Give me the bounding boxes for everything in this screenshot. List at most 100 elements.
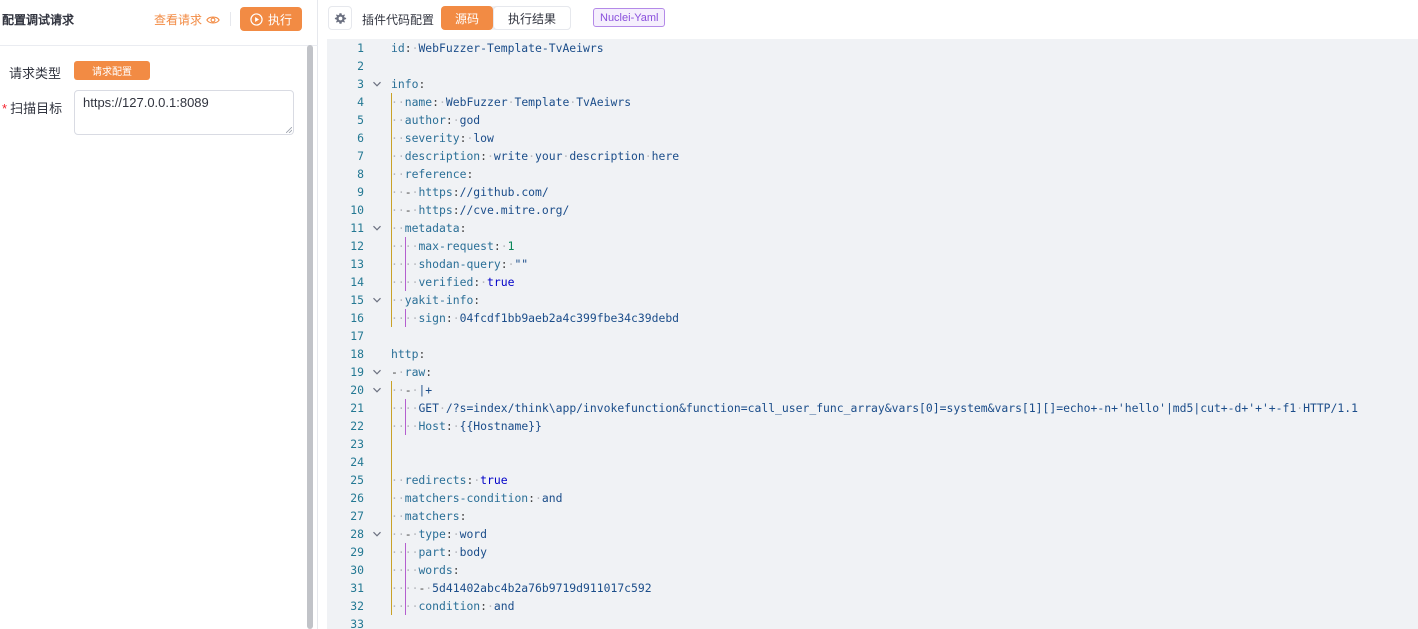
scan-target-label: * 扫描目标 (2, 98, 62, 117)
line-number: 17 (350, 329, 364, 343)
line-number: 21 (350, 401, 364, 415)
code-line[interactable]: 17 (327, 327, 1418, 345)
header-separator (0, 45, 318, 46)
line-number: 15 (350, 293, 364, 307)
code-text: ··author:·god (391, 113, 481, 127)
code-text: ····max-request:·1 (391, 239, 515, 253)
line-number: 22 (350, 419, 364, 433)
indent-guide (391, 381, 392, 615)
code-text: -·raw: (391, 365, 433, 379)
code-text: ····sign:·04fcdf1bb9aeb2a4c399fbe34c39de… (391, 311, 680, 325)
line-number: 27 (350, 509, 364, 523)
code-line[interactable]: 4 ··name:·WebFuzzer·Template·TvAeiwrs (327, 93, 1418, 111)
indent-guide (405, 237, 406, 291)
code-line[interactable]: 25 ··redirects:·true (327, 471, 1418, 489)
panel-title: 配置调试请求 (2, 13, 75, 27)
code-line[interactable]: 28 ··-·type:·word (327, 525, 1418, 543)
view-tabs: 源码 执行结果 (441, 6, 572, 30)
request-config-button[interactable]: 请求配置 (74, 61, 150, 80)
plugin-code-header: 插件代码配置 源码 执行结果 Nuclei-Yaml (319, 0, 1418, 38)
tab-exec-result[interactable]: 执行结果 (493, 6, 572, 30)
line-number: 9 (357, 185, 364, 199)
line-number: 2 (357, 59, 364, 73)
line-number: 12 (350, 239, 364, 253)
line-number: 19 (350, 365, 364, 379)
code-line[interactable]: 18 http: (327, 345, 1418, 363)
fold-chevron-icon[interactable] (371, 75, 383, 93)
resize-grip-icon[interactable] (286, 127, 292, 133)
code-line[interactable]: 31 ····-·5d41402abc4b2a76b9719d911017c592 (327, 579, 1418, 597)
code-line[interactable]: 23 (327, 435, 1418, 453)
indent-guide (405, 543, 406, 615)
line-number: 24 (350, 455, 364, 469)
header-divider (230, 12, 231, 26)
code-line[interactable]: 22 ····Host:·{{Hostname}} (327, 417, 1418, 435)
line-number: 4 (357, 95, 364, 109)
fold-chevron-icon[interactable] (371, 219, 383, 237)
fold-chevron-icon[interactable] (371, 291, 383, 309)
scan-target-text: 扫描目标 (10, 101, 63, 116)
code-line[interactable]: 19 -·raw: (327, 363, 1418, 381)
code-line[interactable]: 26 ··matchers-condition:·and (327, 489, 1418, 507)
code-line[interactable]: 14 ····verified:·true (327, 273, 1418, 291)
code-text: ··yakit-info: (391, 293, 481, 307)
code-text: http: (391, 347, 426, 361)
code-line[interactable]: 12 ····max-request:·1 (327, 237, 1418, 255)
code-line[interactable]: 13 ····shodan-query:·"" (327, 255, 1418, 273)
code-text: ··metadata: (391, 221, 467, 235)
code-line[interactable]: 27 ··matchers: (327, 507, 1418, 525)
code-text: ····GET·/?s=index/think\app/invokefuncti… (391, 401, 1358, 415)
fold-chevron-icon[interactable] (371, 525, 383, 543)
code-line[interactable]: 2 (327, 57, 1418, 75)
code-line[interactable]: 8 ··reference: (327, 165, 1418, 183)
code-line[interactable]: 1 id:·WebFuzzer-Template-TvAeiwrs (327, 39, 1418, 57)
code-line[interactable]: 24 (327, 453, 1418, 471)
scan-target-input[interactable] (74, 90, 294, 135)
execute-button[interactable]: 执行 (240, 7, 302, 31)
plugin-code-panel: 插件代码配置 源码 执行结果 Nuclei-Yaml 1 id:·WebFuzze… (319, 0, 1418, 629)
line-number: 26 (350, 491, 364, 505)
indent-guide (405, 399, 406, 435)
execute-label: 执行 (267, 12, 292, 27)
request-type-label: 请求类型 (9, 66, 62, 81)
code-line[interactable]: 29····part:·body (327, 543, 1418, 561)
gear-icon (334, 12, 346, 24)
code-line[interactable]: 11 ··metadata: (327, 219, 1418, 237)
code-line[interactable]: 21 ····GET·/?s=index/think\app/invokefunc… (327, 399, 1418, 417)
code-line[interactable]: 10 ··-·https://cve.mitre.org/ (327, 201, 1418, 219)
line-number: 20 (350, 383, 364, 397)
code-text: ····condition:·and (391, 599, 515, 613)
fold-chevron-icon[interactable] (371, 381, 383, 399)
left-scrollbar[interactable] (307, 45, 313, 629)
code-line[interactable]: 20 ··-·|+ (327, 381, 1418, 399)
fold-chevron-icon[interactable] (371, 363, 383, 381)
code-text: ····words: (391, 563, 460, 577)
code-text: ··-·https://github.com/ (391, 185, 549, 199)
code-line[interactable]: 32 ····condition:·and (327, 597, 1418, 615)
code-text: ··severity:·low (391, 131, 494, 145)
view-request-link[interactable]: 查看请求 (154, 11, 220, 28)
code-line[interactable]: 15 ··yakit-info: (327, 291, 1418, 309)
line-number: 14 (350, 275, 364, 289)
code-text: id:·WebFuzzer-Template-TvAeiwrs (391, 41, 604, 55)
code-line[interactable]: 30 ····words: (327, 561, 1418, 579)
code-line[interactable]: 5 ··author:·god (327, 111, 1418, 129)
line-number: 8 (357, 167, 364, 181)
indent-guide (405, 309, 406, 327)
tab-source[interactable]: 源码 (441, 6, 494, 30)
code-line[interactable]: 9 ··-·https://github.com/ (327, 183, 1418, 201)
code-line[interactable]: 3 info: (327, 75, 1418, 93)
code-text: ··name:·WebFuzzer·Template·TvAeiwrs (391, 95, 632, 109)
line-number: 25 (350, 473, 364, 487)
line-number: 31 (350, 581, 364, 595)
code-line[interactable]: 7 ··description:·write·your·description·h… (327, 147, 1418, 165)
code-editor[interactable]: 1 id:·WebFuzzer-Template-TvAeiwrs 2 3 info: 4… (327, 39, 1418, 629)
line-number: 5 (357, 113, 364, 127)
settings-button[interactable] (328, 6, 352, 30)
code-text: ··redirects:·true (391, 473, 508, 487)
code-line[interactable]: 16 ····sign:·04fcdf1bb9aeb2a4c399fbe34c39… (327, 309, 1418, 327)
line-number: 3 (357, 77, 364, 91)
code-line[interactable]: 33 (327, 615, 1418, 629)
line-number: 23 (350, 437, 364, 451)
code-line[interactable]: 6 ··severity:·low (327, 129, 1418, 147)
